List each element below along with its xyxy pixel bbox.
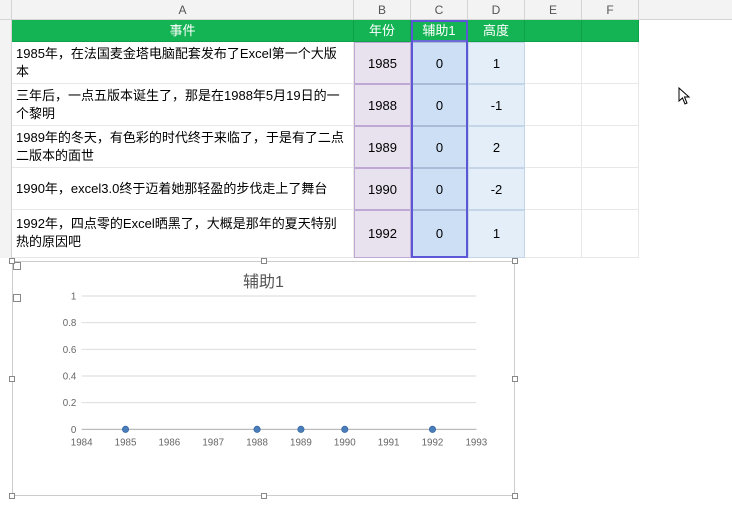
cell-height[interactable]: 1 — [468, 210, 525, 258]
resize-handle[interactable] — [9, 376, 15, 382]
svg-text:1987: 1987 — [202, 437, 224, 448]
svg-text:1992: 1992 — [422, 437, 444, 448]
svg-text:1985: 1985 — [115, 437, 137, 448]
table-row: 1990年，excel3.0终于迈着她那轻盈的步伐走上了舞台 1990 0 -2 — [12, 168, 732, 210]
header-aux1[interactable]: 辅助1 — [411, 20, 468, 42]
cell-event[interactable]: 1989年的冬天，有色彩的时代终于来临了，于是有了二点二版本的面世 — [12, 126, 354, 168]
corner-spacer — [0, 0, 12, 19]
cell-blank[interactable] — [525, 210, 582, 258]
svg-text:1984: 1984 — [71, 437, 93, 448]
svg-text:1993: 1993 — [465, 437, 487, 448]
cell-blank[interactable] — [525, 126, 582, 168]
resize-handle[interactable] — [512, 493, 518, 499]
cell-year[interactable]: 1989 — [354, 126, 411, 168]
chart-title[interactable]: 辅助1 — [13, 262, 514, 294]
table-row: 1989年的冬天，有色彩的时代终于来临了，于是有了二点二版本的面世 1989 0… — [12, 126, 732, 168]
svg-text:0: 0 — [71, 425, 77, 436]
svg-text:0.6: 0.6 — [63, 345, 77, 356]
svg-text:1991: 1991 — [378, 437, 400, 448]
cell-blank[interactable] — [582, 126, 639, 168]
cell-f1[interactable] — [582, 20, 639, 42]
svg-text:1986: 1986 — [159, 437, 181, 448]
table-row: 1985年，在法国麦金塔电脑配套发布了Excel第一个大版本 1985 0 1 — [12, 42, 732, 84]
svg-text:1990: 1990 — [334, 437, 356, 448]
cell-aux[interactable]: 0 — [411, 210, 468, 258]
cell-year[interactable]: 1985 — [354, 42, 411, 84]
cell-height[interactable]: -1 — [468, 84, 525, 126]
col-header-d[interactable]: D — [468, 0, 525, 19]
cell-height[interactable]: -2 — [468, 168, 525, 210]
header-event[interactable]: 事件 — [12, 20, 354, 42]
cell-blank[interactable] — [582, 168, 639, 210]
resize-handle[interactable] — [512, 376, 518, 382]
cell-event[interactable]: 1985年，在法国麦金塔电脑配套发布了Excel第一个大版本 — [12, 42, 354, 84]
cell-blank[interactable] — [525, 42, 582, 84]
cell-event[interactable]: 1990年，excel3.0终于迈着她那轻盈的步伐走上了舞台 — [12, 168, 354, 210]
cell-event[interactable]: 1992年，四点零的Excel晒黑了，大概是那年的夏天特别热的原因吧 — [12, 210, 354, 258]
svg-text:0.8: 0.8 — [63, 318, 77, 329]
resize-handle[interactable] — [261, 258, 267, 264]
spreadsheet-grid[interactable]: 事件 年份 辅助1 高度 1985年，在法国麦金塔电脑配套发布了Excel第一个… — [0, 20, 732, 258]
col-header-f[interactable]: F — [582, 0, 639, 19]
chart-plot-area[interactable]: 00.20.40.60.8119841985198619871988198919… — [57, 296, 501, 456]
col-header-a[interactable]: A — [12, 0, 354, 19]
table-row: 1992年，四点零的Excel晒黑了，大概是那年的夏天特别热的原因吧 1992 … — [12, 210, 732, 258]
col-header-e[interactable]: E — [525, 0, 582, 19]
svg-text:1988: 1988 — [246, 437, 268, 448]
cell-year[interactable]: 1992 — [354, 210, 411, 258]
resize-handle[interactable] — [9, 258, 15, 264]
chart-object[interactable]: 辅助1 0 0.2 0.4 0.6 0.8 1 1984 1985 1986 1987 1988 19… — [12, 261, 515, 496]
cell-aux[interactable]: 0 — [411, 84, 468, 126]
svg-text:1989: 1989 — [290, 437, 312, 448]
resize-handle[interactable] — [261, 493, 267, 499]
table-row: 三年后，一点五版本诞生了，那是在1988年5月19日的一个黎明 1988 0 -… — [12, 84, 732, 126]
cell-year[interactable]: 1990 — [354, 168, 411, 210]
cell-e1[interactable] — [525, 20, 582, 42]
cell-blank[interactable] — [525, 168, 582, 210]
col-header-c[interactable]: C — [411, 0, 468, 19]
cell-blank[interactable] — [525, 84, 582, 126]
cell-height[interactable]: 2 — [468, 126, 525, 168]
svg-text:0.4: 0.4 — [63, 372, 77, 383]
cell-aux[interactable]: 0 — [411, 168, 468, 210]
resize-handle[interactable] — [512, 258, 518, 264]
cell-aux[interactable]: 0 — [411, 42, 468, 84]
svg-text:1: 1 — [71, 292, 76, 303]
cell-blank[interactable] — [582, 84, 639, 126]
cell-aux[interactable]: 0 — [411, 126, 468, 168]
header-height[interactable]: 高度 — [468, 20, 525, 42]
resize-handle[interactable] — [9, 493, 15, 499]
cell-blank[interactable] — [582, 42, 639, 84]
header-year[interactable]: 年份 — [354, 20, 411, 42]
column-header-row: A B C D E F — [0, 0, 732, 20]
table-header-row: 事件 年份 辅助1 高度 — [12, 20, 732, 42]
cell-year[interactable]: 1988 — [354, 84, 411, 126]
cell-height[interactable]: 1 — [468, 42, 525, 84]
cell-event[interactable]: 三年后，一点五版本诞生了，那是在1988年5月19日的一个黎明 — [12, 84, 354, 126]
svg-text:0.2: 0.2 — [63, 398, 77, 409]
cell-blank[interactable] — [582, 210, 639, 258]
col-header-b[interactable]: B — [354, 0, 411, 19]
